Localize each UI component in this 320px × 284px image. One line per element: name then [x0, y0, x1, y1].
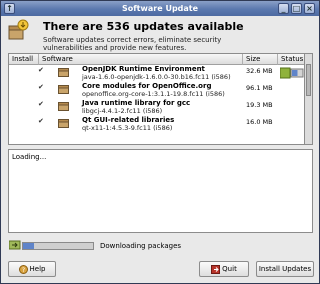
scrollbar-thumb[interactable] [306, 64, 311, 96]
table-row[interactable]: ✔ OpenJDK Runtime Environment java-1.6.0-o… [9, 65, 304, 82]
install-checkbox[interactable]: ✔ [38, 67, 45, 74]
help-icon: ? [18, 264, 28, 274]
download-arrow-icon [9, 240, 21, 250]
svg-text:?: ? [21, 267, 24, 274]
updates-description: Software updates correct errors, elimina… [43, 36, 222, 52]
install-checkbox[interactable]: ✔ [38, 101, 45, 108]
package-name: OpenJDK Runtime Environment [82, 65, 205, 73]
package-version: qt-x11-1:4.5.3-9.fc11 (i586) [82, 124, 173, 132]
package-version: java-1.6.0-openjdk-1.6.0.0-30.b16.fc11 (… [82, 73, 231, 81]
maximize-glyph: □ [292, 4, 301, 13]
download-progress: Downloading packages [8, 238, 314, 252]
package-list[interactable]: Install Software Size Status ∨ ✔ OpenJDK … [8, 53, 305, 145]
progress-bar [22, 242, 94, 250]
table-row[interactable]: ✔ Qt GUI-related libraries qt-x11-1:4.5.3-… [9, 116, 304, 133]
package-size: 32.6 MB [246, 67, 273, 75]
updates-count-heading: There are 536 updates available [43, 20, 244, 33]
package-size: 96.1 MB [246, 84, 273, 92]
install-checkbox[interactable]: ✔ [38, 84, 45, 91]
minimize-button[interactable]: _ [278, 3, 289, 14]
progress-fill [23, 243, 34, 249]
close-button[interactable]: × [304, 3, 315, 14]
install-updates-label: Install Updates [258, 265, 312, 273]
software-update-icon [8, 19, 29, 40]
close-glyph: × [306, 4, 313, 13]
package-icon [58, 119, 69, 128]
help-label: Help [29, 265, 46, 273]
package-name: Java runtime library for gcc [82, 99, 191, 107]
package-name: Qt GUI-related libraries [82, 116, 175, 124]
table-row[interactable]: ✔ Java runtime library for gcc libgcj-4.4.… [9, 99, 304, 116]
package-size: 16.0 MB [246, 118, 273, 126]
maximize-button[interactable]: □ [291, 3, 302, 14]
package-name: Core modules for OpenOffice.org [82, 82, 212, 90]
column-status[interactable]: Status ∨ [278, 54, 304, 73]
quit-label: Quit [222, 265, 237, 273]
quit-icon [211, 264, 221, 274]
title-bar[interactable]: ↑ Software Update _ □ × [1, 1, 319, 16]
package-version: openoffice.org-core-1:3.1.1-19.8.fc11 (i… [82, 90, 225, 98]
package-list-scrollbar[interactable] [305, 53, 313, 145]
column-software[interactable]: Software [39, 54, 243, 65]
package-icon [58, 85, 69, 94]
package-icon [58, 68, 69, 77]
package-version: libgcj-4.4.1-2.fc11 (i586) [82, 107, 163, 115]
log-output: Loading... [8, 149, 313, 233]
column-size[interactable]: Size [243, 54, 278, 65]
status-progress-fill [292, 70, 298, 76]
window-menu-glyph: ↑ [6, 4, 13, 13]
update-summary: There are 536 updates available Software… [5, 17, 317, 52]
window-menu-button[interactable]: ↑ [4, 3, 15, 14]
progress-label: Downloading packages [100, 242, 182, 250]
help-button[interactable]: ? Help [8, 261, 56, 277]
column-status-label: Status [281, 55, 304, 63]
package-icon [58, 102, 69, 111]
quit-button[interactable]: Quit [199, 261, 249, 277]
table-row[interactable]: ✔ Core modules for OpenOffice.org openoffi… [9, 82, 304, 99]
minimize-glyph: _ [281, 4, 286, 13]
column-install[interactable]: Install [9, 54, 39, 65]
package-size: 19.3 MB [246, 101, 273, 109]
install-updates-button[interactable]: Install Updates [256, 261, 314, 277]
window-title: Software Update [121, 4, 199, 13]
log-text: Loading... [12, 153, 47, 161]
install-checkbox[interactable]: ✔ [38, 118, 45, 125]
download-status-icon [280, 67, 304, 79]
software-update-window: ↑ Software Update _ □ × There are 536 up… [0, 0, 320, 284]
